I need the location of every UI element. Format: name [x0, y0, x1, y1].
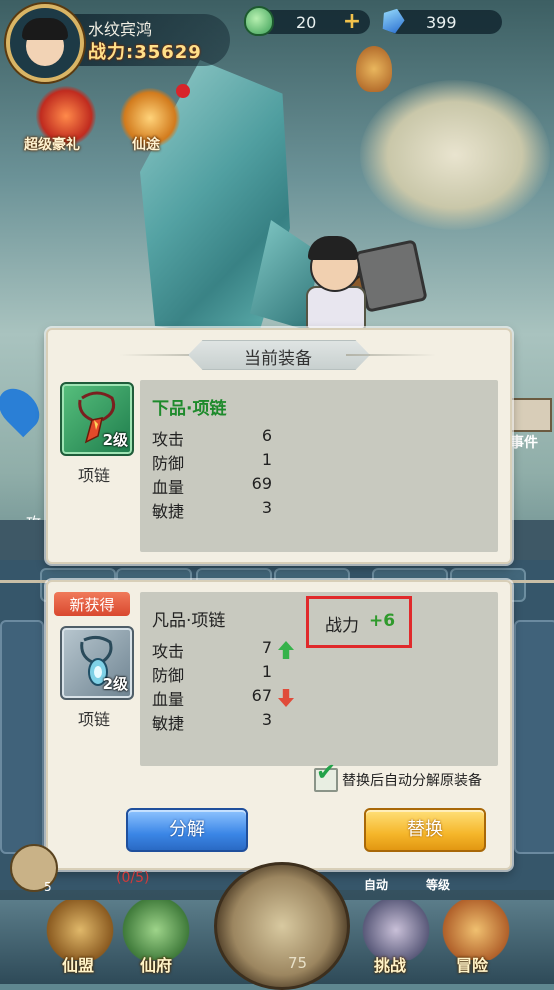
stat-label: 防御 — [152, 666, 185, 685]
center-action-dial[interactable] — [214, 862, 350, 990]
new-item-slot[interactable]: 2级 — [60, 626, 134, 700]
decompose-button[interactable]: 分解 — [126, 808, 248, 852]
current-item-level: 2级 — [102, 431, 128, 449]
checkmark-icon: ✔ — [316, 758, 337, 786]
stat-row-attack: 攻击 6 — [152, 426, 372, 450]
gem-count: 399 — [426, 13, 457, 32]
stat-value: 69 — [251, 474, 272, 493]
monkey-king-icon[interactable] — [356, 46, 392, 92]
current-item-slot[interactable]: 2级 — [60, 382, 134, 456]
player-character — [300, 232, 370, 330]
jade-coin-icon — [244, 6, 274, 36]
adventure-icon[interactable] — [440, 900, 512, 960]
stat-value: 3 — [261, 498, 272, 517]
jade-count: 20 — [296, 13, 317, 32]
grade-label[interactable]: 等级 — [426, 876, 450, 893]
nav-adventure-label[interactable]: 冒险 — [456, 952, 488, 976]
stat-row-agility: 敏捷 3 — [152, 710, 372, 734]
super-gift-label: 超级豪礼 — [24, 137, 80, 153]
stat-row-attack: 攻击 7 — [152, 638, 372, 662]
stat-label: 血量 — [152, 478, 185, 497]
stat-value: 1 — [261, 662, 272, 681]
stat-down-arrow-icon — [278, 689, 294, 707]
stat-row-hp: 血量 69 — [152, 474, 372, 498]
inventory-side-left — [0, 620, 44, 854]
xian-tu-label: 仙途 — [132, 137, 160, 153]
notification-dot — [176, 84, 190, 98]
blossom-tree — [360, 80, 550, 230]
center-dial-value: 75 — [288, 954, 308, 972]
new-item-name: 项链 — [78, 710, 111, 729]
companion-progress: (0/5) — [116, 870, 150, 886]
stat-up-arrow-icon — [278, 641, 294, 659]
mansion-icon[interactable] — [120, 900, 192, 960]
player-avatar[interactable] — [6, 4, 84, 82]
player-name: 水纹宾鸿 — [88, 20, 153, 39]
current-item-quality: 下品·项链 — [152, 399, 227, 419]
current-equipment-panel: 当前装备 2级 项链 下品·项链 攻击 6 防御 1 血量 69 敏捷 3 — [46, 328, 512, 564]
new-equipment-panel: 新获得 2级 项链 凡品·项链 战力 +6 攻击 7 防御 1 血量 67 敏捷… — [46, 580, 512, 870]
stat-row-hp: 血量 67 — [152, 686, 372, 710]
replace-button[interactable]: 替换 — [364, 808, 486, 852]
stat-value: 7 — [261, 638, 272, 657]
current-stats-box: 下品·项链 攻击 6 防御 1 血量 69 敏捷 3 — [140, 380, 498, 552]
nav-challenge-label[interactable]: 挑战 — [374, 952, 406, 976]
guild-icon[interactable] — [44, 900, 116, 960]
add-jade-plus-icon[interactable]: + — [342, 11, 362, 33]
new-obtained-label: 新获得 — [69, 596, 115, 614]
power-change-value: +6 — [369, 611, 396, 631]
stat-label: 攻击 — [152, 642, 185, 661]
companion-level: 5 — [44, 880, 52, 894]
panel-title: 当前装备 — [244, 349, 312, 369]
mail-icon[interactable] — [508, 398, 552, 432]
stat-label: 敏捷 — [152, 714, 185, 733]
panel-ornament-left — [0, 560, 48, 583]
new-item-level: 2级 — [102, 675, 128, 693]
panel-ornament-right — [506, 560, 554, 583]
current-item-name: 项链 — [78, 466, 111, 485]
combat-power: 战力:35629 — [88, 42, 202, 63]
auto-label[interactable]: 自动 — [364, 876, 388, 893]
new-item-quality: 凡品·项链 — [152, 611, 226, 631]
nav-guild-label[interactable]: 仙盟 — [62, 952, 94, 976]
nav-mansion-label[interactable]: 仙府 — [140, 952, 172, 976]
stat-row-defense: 防御 1 — [152, 662, 372, 686]
challenge-icon[interactable] — [360, 900, 432, 960]
stat-label: 敏捷 — [152, 502, 185, 521]
stat-value: 3 — [261, 710, 272, 729]
inventory-side-right — [514, 620, 554, 854]
stat-row-agility: 敏捷 3 — [152, 498, 372, 522]
stat-value: 1 — [261, 450, 272, 469]
new-stats-box: 凡品·项链 战力 +6 攻击 7 防御 1 血量 67 敏捷 3 — [140, 592, 498, 766]
power-change-label: 战力 — [325, 616, 359, 636]
stat-label: 防御 — [152, 454, 185, 473]
stat-row-defense: 防御 1 — [152, 450, 372, 474]
event-label: 事件 — [510, 435, 538, 451]
stat-value: 6 — [261, 426, 272, 445]
stat-label: 血量 — [152, 690, 185, 709]
auto-decompose-label[interactable]: 替换后自动分解原装备 — [342, 770, 482, 790]
stat-label: 攻击 — [152, 430, 185, 449]
stat-value: 67 — [251, 686, 272, 705]
